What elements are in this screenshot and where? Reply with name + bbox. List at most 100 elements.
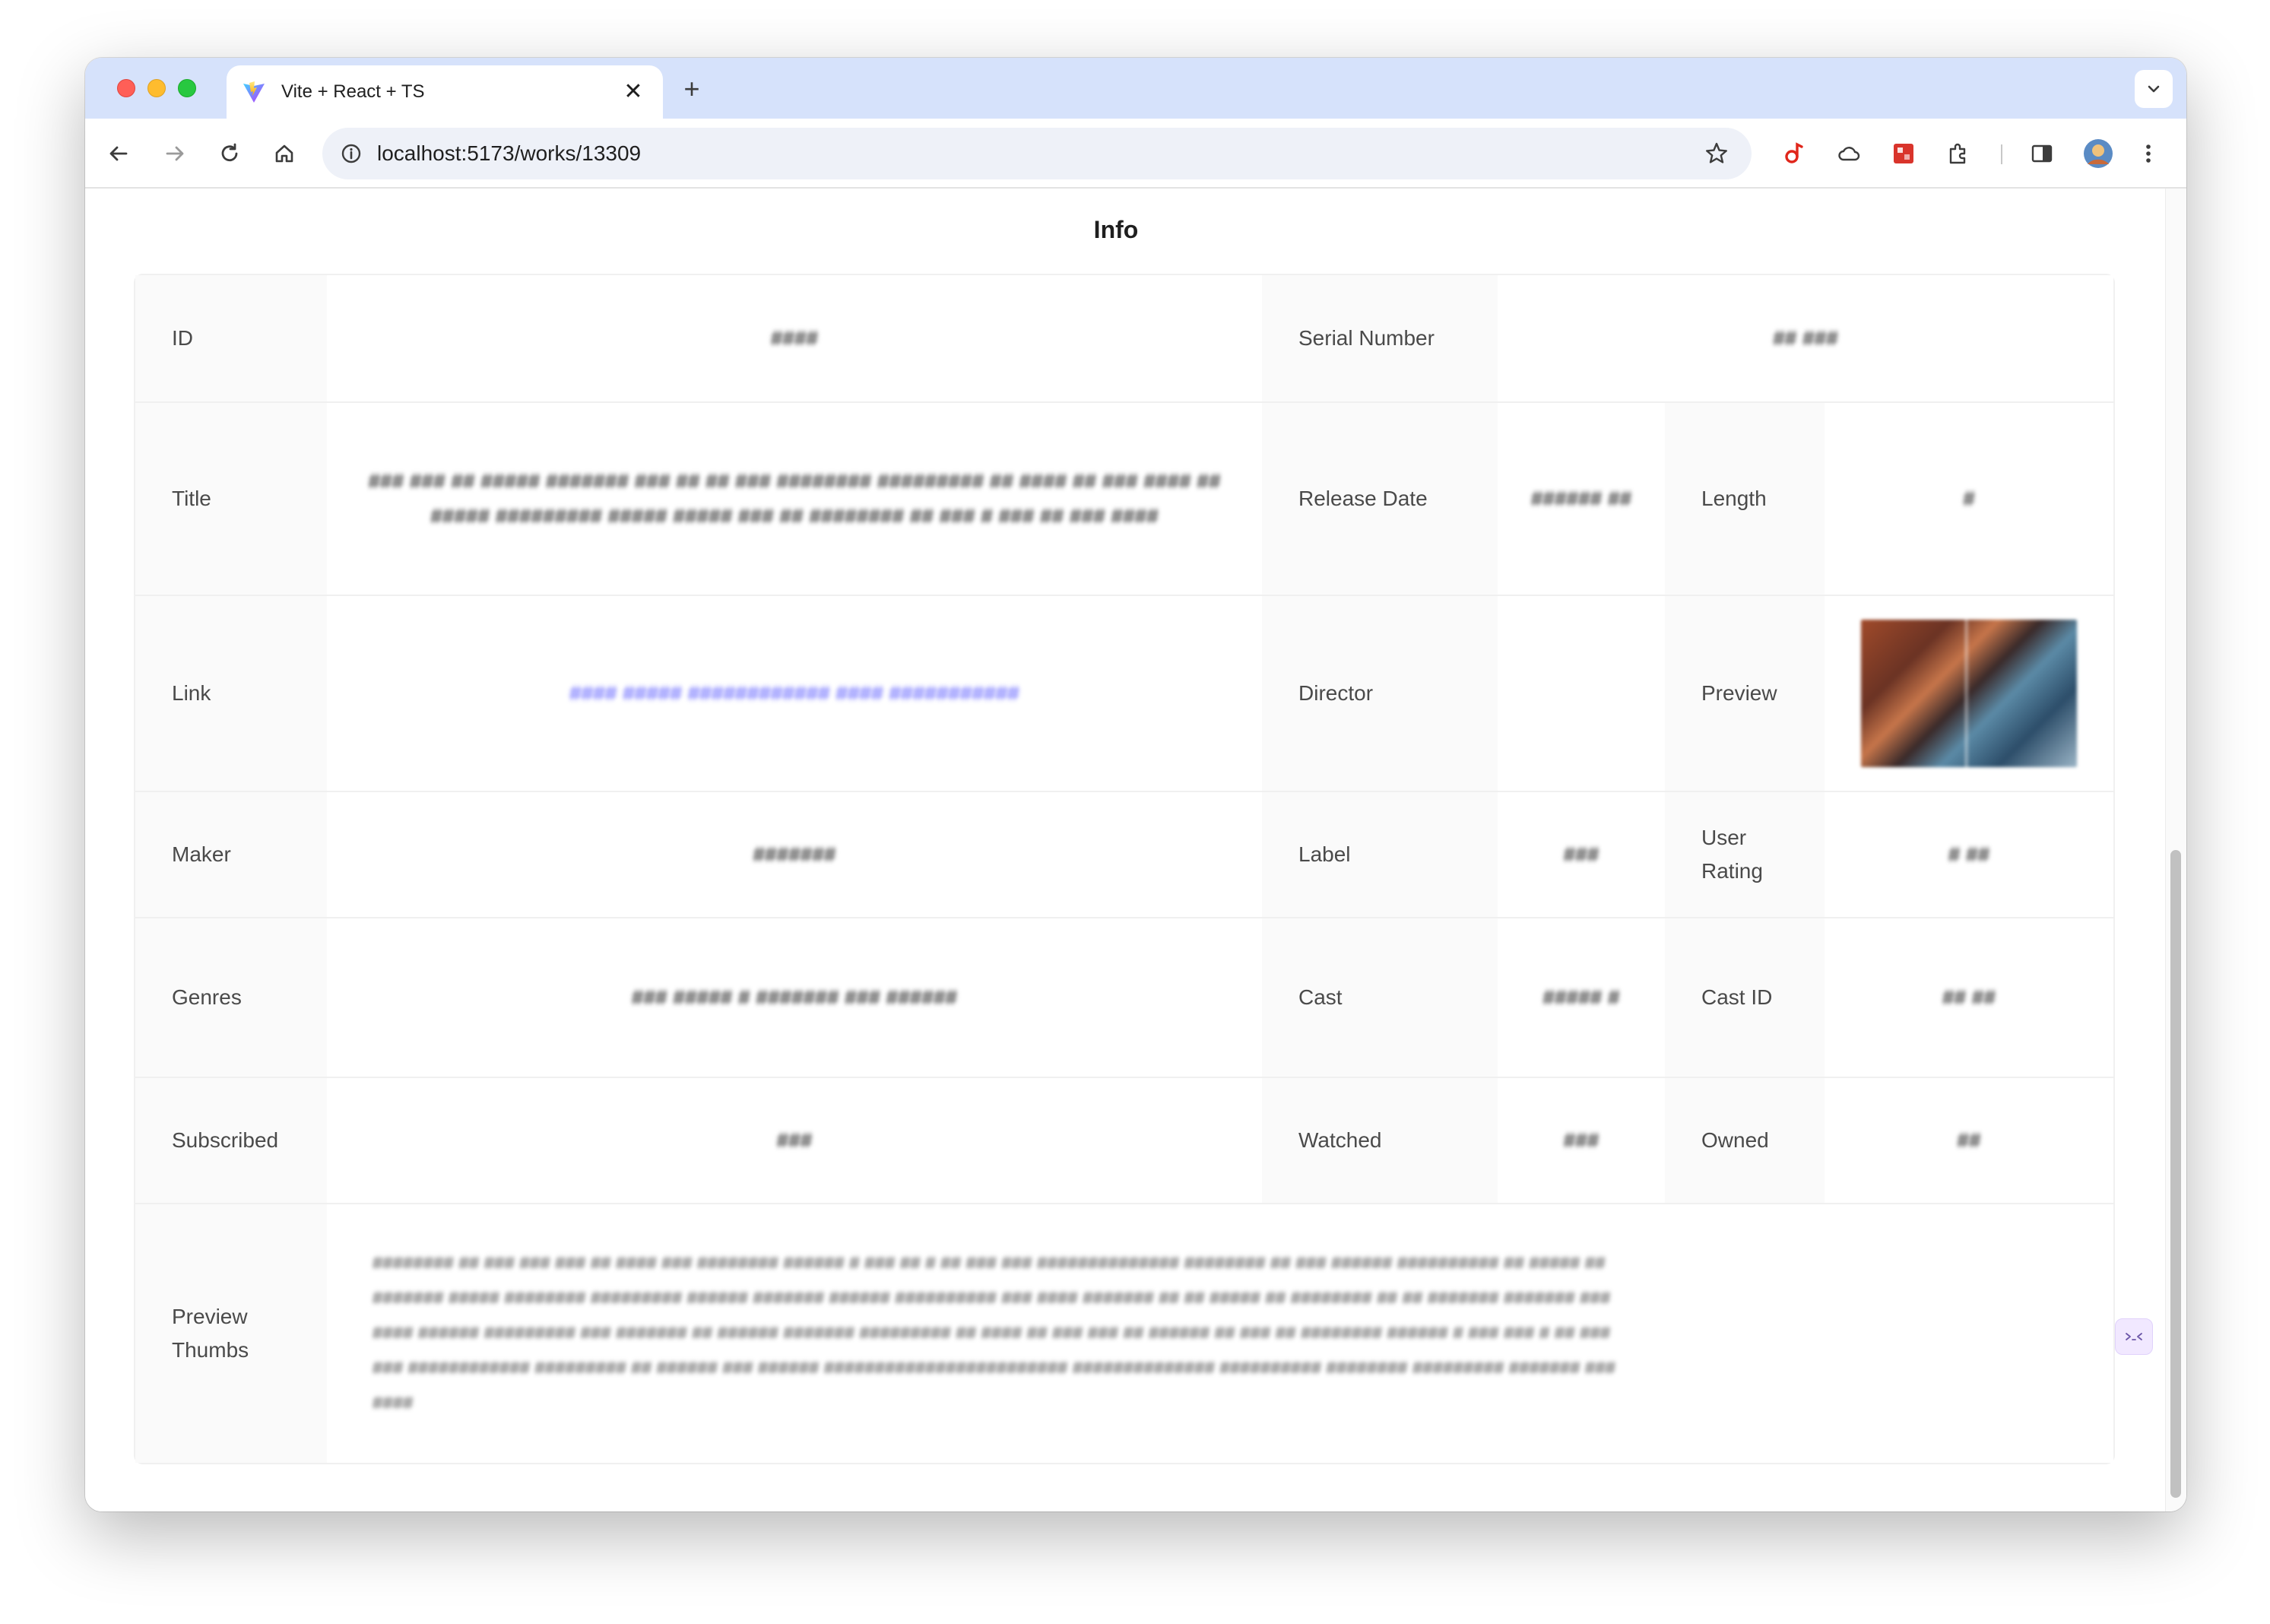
serial-number-label: Serial Number — [1262, 275, 1498, 403]
title-value: ### ### ## ##### ####### ### ## ## ### #… — [368, 469, 1221, 528]
tab-strip: Vite + React + TS ✕ + — [85, 58, 2186, 119]
table-row: Link #### ##### ############ #### ######… — [135, 596, 2114, 792]
bookmark-star-icon[interactable] — [1700, 137, 1733, 170]
genres-value-cell: ### ##### # ####### ### ###### — [327, 918, 1262, 1078]
side-panel-icon[interactable] — [2024, 135, 2060, 172]
maximize-window-button[interactable] — [178, 79, 196, 97]
maker-value-cell: ####### — [327, 792, 1262, 918]
cloud-extension-icon[interactable] — [1831, 135, 1867, 172]
subscribed-label: Subscribed — [135, 1078, 327, 1204]
url-text: localhost:5173/works/13309 — [377, 141, 642, 165]
preview-cell — [1825, 596, 2114, 792]
toolbar-divider — [2001, 144, 2002, 164]
user-rating-value-cell: # ## — [1825, 792, 2114, 918]
menu-kebab-icon[interactable] — [2130, 135, 2167, 172]
arrow-left-icon — [109, 146, 128, 161]
owned-value-cell: ## — [1825, 1078, 2114, 1204]
table-row: Maker ####### Label ### User Rating # ## — [135, 792, 2114, 918]
owned-value: ## — [1957, 1128, 1981, 1152]
tab-search-button[interactable] — [2135, 70, 2173, 108]
user-rating-label: User Rating — [1665, 792, 1825, 918]
length-value: # — [1963, 487, 1975, 510]
home-icon — [275, 144, 293, 163]
back-button[interactable] — [100, 135, 137, 172]
cast-id-label: Cast ID — [1665, 918, 1825, 1078]
page-title: Info — [1093, 216, 1139, 243]
chevron-down-icon — [2148, 85, 2160, 93]
vite-logo-icon — [242, 79, 268, 105]
release-date-value: ###### ## — [1530, 487, 1632, 510]
work-link[interactable]: #### ##### ############ #### ########### — [569, 681, 1019, 705]
preview-thumbs-value: ######## ## ### ### ### ## #### ### ####… — [373, 1253, 1616, 1413]
maker-value: ####### — [753, 842, 836, 866]
info-table: ID #### Serial Number ## ### Title ### #… — [134, 274, 2116, 1464]
table-row: Genres ### ##### # ####### ### ###### Ca… — [135, 918, 2114, 1078]
reload-button[interactable] — [211, 135, 248, 172]
director-label: Director — [1262, 596, 1498, 792]
table-row: Title ### ### ## ##### ####### ### ## ##… — [135, 403, 2114, 596]
watched-value: ### — [1563, 1128, 1599, 1152]
browser-toolbar: localhost:5173/works/13309 — [85, 119, 2186, 189]
cast-value-cell: ##### # — [1498, 918, 1665, 1078]
preview-thumbs-label-text: Preview Thumbs — [172, 1305, 249, 1362]
length-label: Length — [1665, 403, 1825, 596]
tab-active[interactable]: Vite + React + TS ✕ — [227, 65, 663, 119]
cast-value: ##### # — [1542, 985, 1620, 1009]
cast-id-value: ## ## — [1942, 985, 1996, 1009]
table-row: Subscribed ### Watched ### Owned ## — [135, 1078, 2114, 1204]
preview-label: Preview — [1665, 596, 1825, 792]
reload-icon — [221, 143, 238, 162]
app-extension-icon[interactable] — [1885, 135, 1922, 172]
label-label: Label — [1262, 792, 1498, 918]
profile-avatar-icon[interactable] — [2080, 135, 2116, 172]
close-window-button[interactable] — [117, 79, 135, 97]
label-value-cell: ### — [1498, 792, 1665, 918]
minimize-window-button[interactable] — [147, 79, 166, 97]
tab-close-icon[interactable]: ✕ — [620, 79, 646, 105]
devtools-widget-icon[interactable] — [2115, 1318, 2153, 1355]
serial-number-value-cell: ## ### — [1498, 275, 2114, 403]
home-button[interactable] — [266, 135, 303, 172]
label-value: ### — [1563, 842, 1599, 866]
table-row: ID #### Serial Number ## ### — [135, 275, 2114, 403]
preview-thumbs-label: Preview Thumbs — [135, 1204, 327, 1463]
length-value-cell: # — [1825, 403, 2114, 596]
page-content: Info ID #### Serial Number ## ### Title … — [85, 189, 2186, 1511]
release-date-value-cell: ###### ## — [1498, 403, 1665, 596]
genres-value: ### ##### # ####### ### ###### — [631, 985, 958, 1009]
link-label: Link — [135, 596, 327, 792]
table-row: Preview Thumbs ######## ## ### ### ### #… — [135, 1204, 2114, 1463]
preview-image[interactable] — [1861, 620, 2077, 767]
id-value-cell: #### — [327, 275, 1262, 403]
link-value-cell: #### ##### ############ #### ########### — [327, 596, 1262, 792]
site-info-icon[interactable] — [338, 140, 365, 167]
title-label: Title — [135, 403, 327, 596]
watched-label: Watched — [1262, 1078, 1498, 1204]
id-value: #### — [770, 326, 819, 350]
serial-number-value: ## ### — [1773, 326, 1838, 350]
user-rating-value: # ## — [1948, 842, 1990, 866]
director-value-cell — [1498, 596, 1665, 792]
subscribed-value-cell: ### — [327, 1078, 1262, 1204]
genres-label: Genres — [135, 918, 327, 1078]
subscribed-value: ### — [776, 1128, 813, 1152]
cast-label: Cast — [1262, 918, 1498, 1078]
arrow-right-icon — [166, 146, 184, 161]
cast-id-value-cell: ## ## — [1825, 918, 2114, 1078]
browser-window: Vite + React + TS ✕ + localhost:5173/wor… — [85, 58, 2186, 1511]
user-rating-label-text: User Rating — [1701, 826, 1763, 883]
new-tab-button[interactable]: + — [674, 71, 710, 108]
watched-value-cell: ### — [1498, 1078, 1665, 1204]
music-extension-icon[interactable] — [1776, 135, 1812, 172]
address-bar[interactable]: localhost:5173/works/13309 — [322, 128, 1752, 179]
scrollbar-thumb[interactable] — [2170, 850, 2181, 1498]
maker-label: Maker — [135, 792, 327, 918]
release-date-label: Release Date — [1262, 403, 1498, 596]
page-scrollbar[interactable] — [2165, 189, 2186, 1511]
tab-title: Vite + React + TS — [281, 81, 425, 102]
extensions-puzzle-icon[interactable] — [1940, 135, 1977, 172]
title-value-cell: ### ### ## ##### ####### ### ## ## ### #… — [327, 403, 1262, 596]
owned-label: Owned — [1665, 1078, 1825, 1204]
preview-thumbs-value-cell: ######## ## ### ### ### ## #### ### ####… — [327, 1204, 2114, 1463]
forward-button[interactable] — [157, 135, 193, 172]
